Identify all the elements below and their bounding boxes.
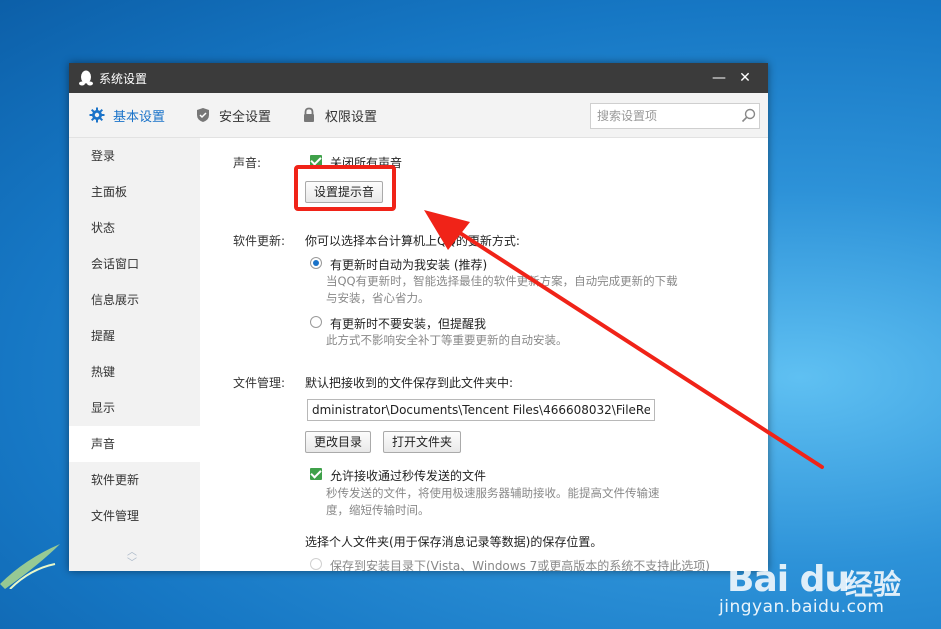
sidebar-item-display[interactable]: 显示 bbox=[69, 390, 200, 426]
chevron-down-icon[interactable]: ﹀ bbox=[127, 558, 137, 569]
lock-icon bbox=[304, 107, 315, 122]
watermark-url: jingyan.baidu.com bbox=[719, 597, 885, 617]
auto-install-label: 有更新时自动为我安装 (推荐) bbox=[330, 258, 488, 272]
notify-only-radio[interactable] bbox=[310, 316, 322, 328]
desktop-leaf-decoration bbox=[0, 544, 60, 589]
search-icon[interactable] bbox=[739, 106, 759, 126]
notify-only-label: 有更新时不要安装，但提醒我 bbox=[330, 317, 487, 331]
tab-security-settings[interactable]: 安全设置 bbox=[195, 106, 271, 125]
sidebar-item-login[interactable]: 登录 bbox=[69, 138, 200, 174]
chevron-up-icon[interactable]: ︿ bbox=[127, 547, 137, 558]
sidebar-item-software-update[interactable]: 软件更新 bbox=[69, 462, 200, 498]
save-to-install-dir-radio[interactable] bbox=[310, 558, 322, 570]
baidu-jingyan-watermark: Bai du 经验 jingyan.baidu.com bbox=[711, 529, 941, 629]
allow-instant-transfer-checkbox[interactable] bbox=[310, 468, 322, 480]
sidebar-item-reminders[interactable]: 提醒 bbox=[69, 318, 200, 354]
allow-instant-transfer-label: 允许接收通过秒传发送的文件 bbox=[330, 469, 487, 483]
sidebar-item-status[interactable]: 状态 bbox=[69, 210, 200, 246]
receive-folder-path-field[interactable] bbox=[307, 399, 655, 421]
sidebar-item-file-management[interactable]: 文件管理 bbox=[69, 498, 200, 534]
sidebar-item-hotkeys[interactable]: 热键 bbox=[69, 354, 200, 390]
close-button[interactable]: ✕ bbox=[732, 70, 758, 86]
title-bar[interactable]: 系统设置 — ✕ bbox=[69, 63, 768, 93]
settings-content: 声音: 关闭所有声音 设置提示音 软件更新: 你可以选择本台计算机上QQ的更新方… bbox=[200, 138, 768, 571]
instant-transfer-description-line2: 度，缩短传输时间。 bbox=[326, 503, 430, 517]
update-intro-text: 你可以选择本台计算机上QQ的更新方式: bbox=[305, 234, 520, 248]
sidebar-item-info-display[interactable]: 信息展示 bbox=[69, 282, 200, 318]
sidebar-item-main-panel[interactable]: 主面板 bbox=[69, 174, 200, 210]
tab-label: 权限设置 bbox=[325, 109, 378, 125]
open-folder-button[interactable]: 打开文件夹 bbox=[383, 431, 462, 453]
auto-install-description-line2: 与安装，省心省力。 bbox=[326, 291, 430, 305]
sidebar-scroll-arrows[interactable]: ︿ ﹀ bbox=[127, 547, 137, 569]
file-intro-text: 默认把接收到的文件保存到此文件夹中: bbox=[305, 376, 514, 390]
settings-tab-bar: 基本设置 安全设置 权限设置 bbox=[69, 93, 768, 138]
change-directory-button[interactable]: 更改目录 bbox=[305, 431, 372, 453]
window-title: 系统设置 bbox=[99, 71, 148, 86]
auto-install-description: 当QQ有更新时，智能选择最佳的软件更新方案，自动完成更新的下载 bbox=[326, 274, 678, 288]
notify-only-description: 此方式不影响安全补丁等重要更新的自动安装。 bbox=[326, 333, 568, 347]
annotation-highlight-box bbox=[294, 165, 396, 211]
file-section-label: 文件管理: bbox=[233, 376, 286, 390]
personal-folder-label: 选择个人文件夹(用于保存消息记录等数据)的保存位置。 bbox=[305, 535, 603, 549]
baidu-logo-text: Bai du bbox=[727, 559, 850, 600]
sidebar-item-chat-window[interactable]: 会话窗口 bbox=[69, 246, 200, 282]
update-section-label: 软件更新: bbox=[233, 234, 286, 248]
minimize-button[interactable]: — bbox=[706, 70, 732, 86]
instant-transfer-description: 秒传发送的文件，将使用极速服务器辅助接收。能提高文件传输速 bbox=[326, 486, 660, 500]
settings-window: 系统设置 — ✕ 基本设置 安全设置 权限设置 搜索设置项 登录 主面板 状态 … bbox=[69, 63, 768, 571]
save-to-install-dir-label: 保存到安装目录下(Vista、Windows 7或更高版本的系统不支持此选项) bbox=[330, 559, 710, 571]
qq-penguin-icon bbox=[79, 70, 93, 86]
tab-permission-settings[interactable]: 权限设置 bbox=[301, 106, 377, 125]
auto-install-radio[interactable] bbox=[310, 257, 322, 269]
sound-section-label: 声音: bbox=[233, 156, 262, 170]
settings-search-box[interactable] bbox=[590, 103, 760, 129]
settings-sidebar: 登录 主面板 状态 会话窗口 信息展示 提醒 热键 显示 声音 软件更新 文件管… bbox=[69, 138, 200, 571]
shield-icon bbox=[197, 108, 210, 122]
tab-basic-settings[interactable]: 基本设置 bbox=[89, 106, 165, 125]
sidebar-item-sound[interactable]: 声音 bbox=[69, 426, 200, 462]
tab-label: 基本设置 bbox=[113, 109, 166, 125]
gear-icon bbox=[89, 107, 105, 123]
search-input[interactable] bbox=[591, 108, 739, 124]
tab-label: 安全设置 bbox=[219, 109, 272, 125]
